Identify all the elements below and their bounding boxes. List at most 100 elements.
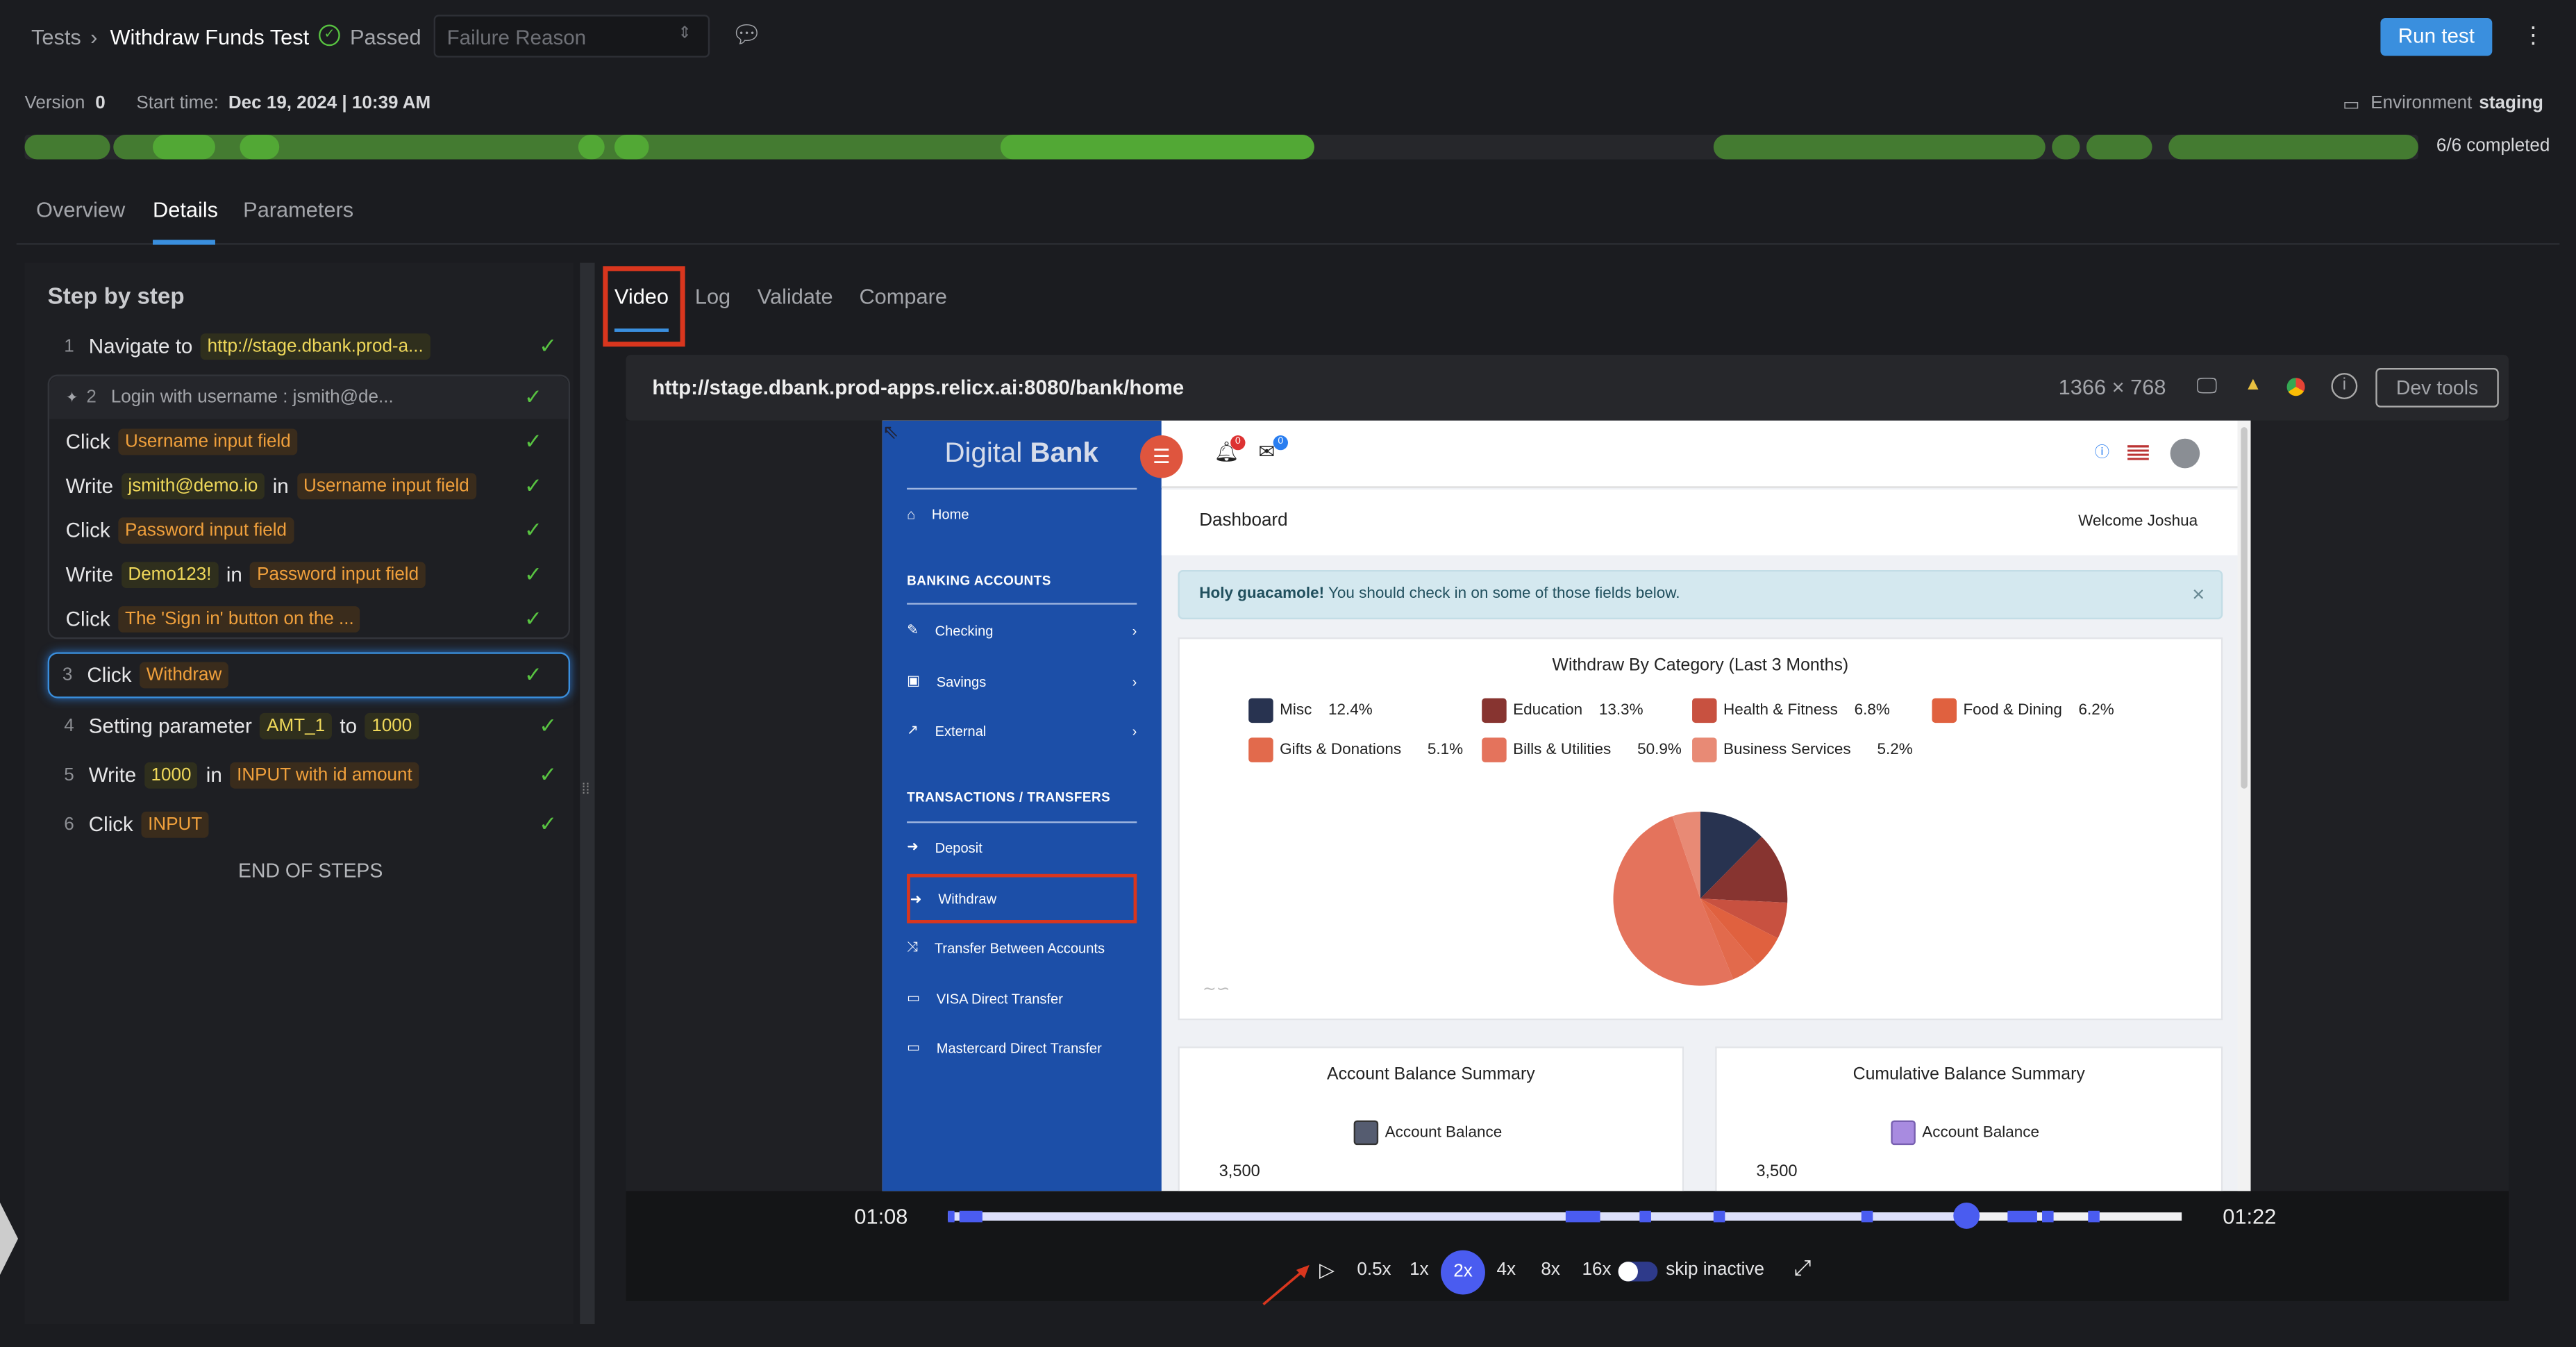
bank-topbar	[1161, 420, 2238, 488]
panel-resize-handle[interactable]: ⁞⁞	[580, 262, 595, 1325]
substep[interactable]: Write jsmith@demo.io in Username input fiel…	[66, 467, 542, 506]
help-icon[interactable]: ⓘ	[2095, 440, 2109, 462]
menu-toggle-icon[interactable]: ☰	[1140, 435, 1183, 478]
progress-segment[interactable]	[2168, 135, 2418, 160]
step-action: Write	[65, 474, 114, 498]
scrubber-played	[948, 1212, 1967, 1221]
run-progress-bar	[24, 135, 2418, 160]
progress-segment[interactable]	[2052, 135, 2080, 160]
failure-reason-select[interactable]: Failure Reason ⇕	[433, 15, 710, 58]
info-icon[interactable]: i	[2331, 373, 2358, 399]
chevron-right-icon: ›	[1132, 721, 1137, 739]
step-number: 4	[64, 716, 74, 736]
nav-deposit[interactable]: ➜ Deposit	[907, 838, 1137, 856]
progress-segment[interactable]	[2086, 135, 2152, 160]
check-icon: ✓	[524, 473, 542, 498]
step-action: Navigate to	[88, 335, 193, 358]
check-icon: ✓	[524, 384, 542, 410]
breadcrumb-tests[interactable]: Tests	[31, 24, 81, 49]
tab-parameters[interactable]: Parameters	[243, 197, 353, 221]
external-link-icon: ↗	[907, 721, 919, 738]
tab-validate[interactable]: Validate	[758, 284, 833, 308]
skip-inactive-label: skip inactive	[1666, 1260, 1764, 1280]
nav-withdraw[interactable]: ➜ Withdraw	[907, 873, 1137, 923]
progress-segment[interactable]	[24, 135, 110, 160]
dev-tools-button[interactable]: Dev tools	[2375, 367, 2499, 408]
speed-0.5x[interactable]: 0.5x	[1357, 1260, 1391, 1280]
nav-savings[interactable]: ▣ Savings ›	[907, 672, 1137, 690]
progress-segment[interactable]	[240, 135, 280, 160]
progress-segment[interactable]	[614, 135, 649, 160]
bank-scrollbar[interactable]	[2237, 420, 2251, 1191]
step-2[interactable]: ✦ 2 Login with username : jsmith@de... ✓	[66, 378, 542, 417]
version-label: Version	[24, 93, 85, 114]
tabs-divider	[16, 243, 2560, 245]
test-name: Withdraw Funds Test	[110, 24, 310, 49]
mail-icon[interactable]: ✉	[1258, 440, 1275, 463]
step-action: Click	[65, 608, 110, 631]
nav-external[interactable]: ↗ External ›	[907, 721, 1137, 739]
expand-handle-icon[interactable]	[0, 1202, 19, 1275]
progress-segment[interactable]	[578, 135, 605, 160]
alert-close-icon[interactable]: ×	[2192, 582, 2205, 606]
bank-sidebar: Digital Bank ⌂ Home BANKING ACCOUNTS ✎ Che…	[882, 420, 1162, 1191]
tab-details[interactable]: Details	[153, 197, 218, 221]
user-avatar[interactable]	[2170, 438, 2200, 469]
edit-icon: ✎	[907, 621, 919, 638]
substep[interactable]: Click The 'Sign in' button on the ... ✓	[66, 600, 542, 639]
version-value: 0	[95, 93, 106, 114]
nav-mastercard[interactable]: ▭ Mastercard Direct Transfer	[907, 1038, 1137, 1056]
substep[interactable]: Click Password input field ✓	[66, 511, 542, 551]
run-test-button[interactable]: Run test	[2380, 18, 2493, 56]
play-icon[interactable]: ▷	[1319, 1258, 1335, 1281]
step-value: jsmith@demo.io	[121, 473, 265, 500]
account-balance-card: Account Balance Summary Account Balance …	[1178, 1046, 1684, 1191]
failure-reason-placeholder: Failure Reason	[446, 26, 587, 49]
video-scrubber[interactable]	[948, 1202, 2182, 1229]
tab-compare[interactable]: Compare	[859, 284, 947, 308]
nav-checking[interactable]: ✎ Checking ›	[907, 621, 1137, 639]
withdraw-chart-card: Withdraw By Category (Last 3 Months) Mis…	[1178, 637, 2223, 1021]
step-1[interactable]: 1 Navigate to http://stage.dbank.prod-a...…	[64, 327, 557, 367]
check-icon: ✓	[524, 606, 542, 631]
substep[interactable]: Click Username input field ✓	[66, 422, 542, 462]
tab-overview[interactable]: Overview	[36, 197, 125, 221]
more-options-icon[interactable]: ⋮	[2522, 22, 2545, 49]
recorded-bank-app: Digital Bank ⌂ Home BANKING ACCOUNTS ✎ Che…	[882, 420, 2251, 1191]
speed-4x[interactable]: 4x	[1496, 1260, 1516, 1280]
check-icon: ✓	[539, 762, 558, 787]
check-icon: ✓	[539, 333, 558, 358]
comment-icon[interactable]: 💬︎	[731, 19, 762, 49]
step-to: to	[340, 714, 358, 738]
activity-marker	[959, 1210, 982, 1223]
speed-8x[interactable]: 8x	[1541, 1260, 1560, 1280]
activity-marker	[1861, 1210, 1873, 1223]
step-4[interactable]: 4 Setting parameter AMT_1 to 1000 ✓	[64, 706, 557, 746]
step-target: Password input field	[250, 562, 426, 589]
progress-segment[interactable]	[153, 135, 215, 160]
skip-inactive-toggle[interactable]	[1618, 1262, 1658, 1282]
progress-segment[interactable]	[1000, 135, 1314, 160]
legend-swatch	[1891, 1120, 1916, 1146]
nav-home[interactable]: ⌂ Home	[907, 506, 1137, 523]
nav-visa[interactable]: ▭ VISA Direct Transfer	[907, 989, 1137, 1007]
substep[interactable]: Write Demo123! in Password input field ✓	[66, 555, 542, 595]
step-5[interactable]: 5 Write 1000 in INPUT with id amount ✓	[64, 755, 557, 795]
step-3-selected[interactable]: 3 Click Withdraw ✓	[47, 652, 571, 698]
step-target: Username input field	[118, 428, 298, 455]
fullscreen-icon[interactable]: ⤢	[1794, 1255, 1812, 1282]
progress-segment[interactable]	[1713, 135, 2046, 160]
us-flag-icon[interactable]	[2127, 445, 2149, 460]
y-tick: 3,500	[1219, 1163, 1260, 1182]
tab-video[interactable]: Video	[614, 284, 669, 308]
step-6[interactable]: 6 Click INPUT ✓	[64, 805, 557, 844]
legend-label: Account Balance	[1385, 1123, 1503, 1142]
nav-transfer[interactable]: ⤨ Transfer Between Accounts	[907, 938, 1137, 956]
recorded-url: http://stage.dbank.prod-apps.relicx.ai:8…	[652, 376, 1185, 399]
tab-log[interactable]: Log	[695, 284, 730, 308]
speed-1x[interactable]: 1x	[1410, 1260, 1429, 1280]
speed-16x[interactable]: 16x	[1582, 1260, 1612, 1280]
speed-2x[interactable]: 2x	[1441, 1250, 1485, 1295]
step-in: in	[206, 764, 222, 787]
resolution: 1366 × 768	[2058, 374, 2166, 399]
